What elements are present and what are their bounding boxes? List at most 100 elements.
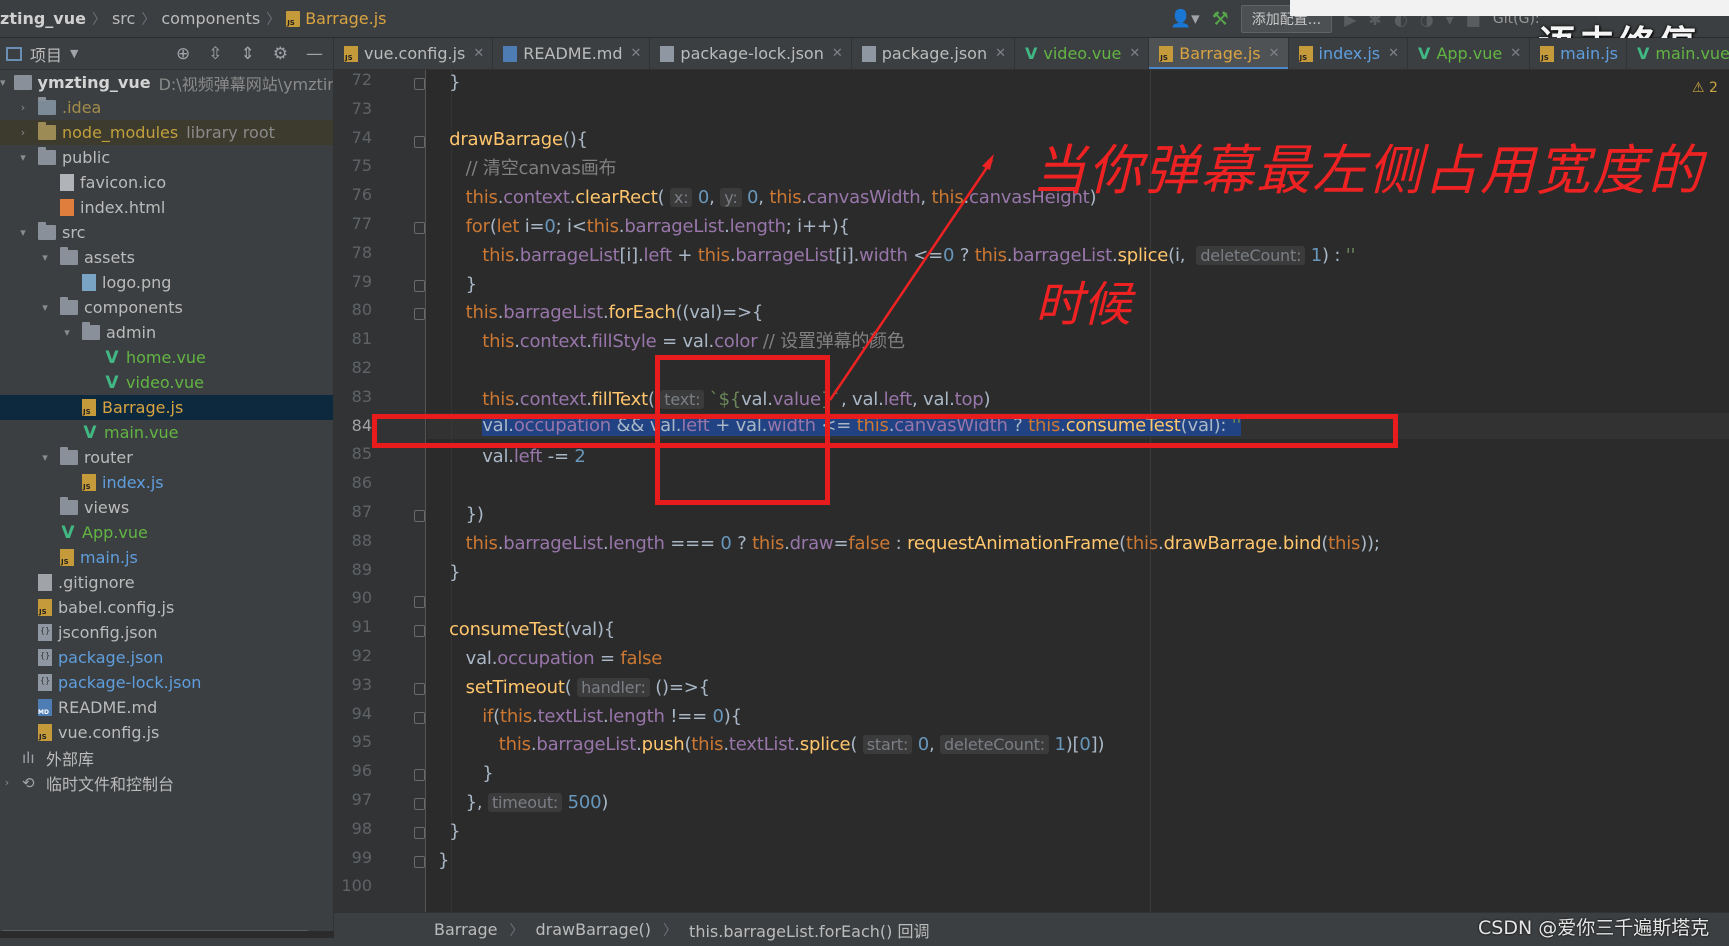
breadcrumb-method[interactable]: drawBarrage() [535, 920, 651, 939]
fold-marker[interactable] [414, 596, 425, 608]
chevron-right-icon[interactable]: › [16, 126, 30, 139]
tree-item-package-lock[interactable]: › package-lock.json [0, 670, 333, 695]
breadcrumb-project[interactable]: zting_vue [0, 9, 86, 28]
tree-item-readme[interactable]: › README.md [0, 695, 333, 720]
close-icon[interactable]: ✕ [995, 46, 1006, 61]
tree-horizontal-scrollbar[interactable] [0, 930, 310, 931]
tree-item-app-vue[interactable]: › V App.vue [0, 520, 333, 545]
vue-file-icon: V [105, 372, 119, 393]
tree-item-public[interactable]: ▾ public [0, 145, 333, 170]
tab-readme[interactable]: README.md ✕ [493, 38, 651, 69]
hide-icon[interactable]: — [306, 44, 323, 64]
tree-item-home-vue[interactable]: › V home.vue [0, 345, 333, 370]
fold-marker[interactable] [414, 712, 425, 724]
fold-marker[interactable] [414, 625, 425, 637]
tree-item-vue-config[interactable]: › vue.config.js [0, 720, 333, 745]
tree-item-barrage-js[interactable]: › Barrage.js [0, 395, 333, 420]
tree-item-src[interactable]: ▾ src [0, 220, 333, 245]
chevron-right-icon[interactable]: › [16, 101, 30, 114]
tab-vue-config[interactable]: vue.config.js ✕ [334, 38, 494, 69]
warning-indicator[interactable]: ⚠ 2 [1692, 80, 1718, 96]
gear-icon[interactable]: ⚙ [273, 44, 288, 64]
collapse-all-icon[interactable]: ⇕ [241, 44, 255, 64]
chevron-down-icon[interactable]: ▾ [38, 251, 52, 264]
close-icon[interactable]: ✕ [473, 46, 484, 61]
fold-marker[interactable] [414, 280, 425, 292]
tab-barrage-js[interactable]: Barrage.js ✕ [1149, 38, 1289, 69]
fold-marker[interactable] [414, 683, 425, 695]
fold-marker[interactable] [414, 798, 425, 810]
tree-item-main-vue[interactable]: › V main.vue [0, 420, 333, 445]
tree-item-jsconfig[interactable]: › jsconfig.json [0, 620, 333, 645]
breadcrumb-file[interactable]: Barrage.js [305, 9, 386, 28]
fold-marker[interactable] [414, 136, 425, 148]
breadcrumb-class[interactable]: Barrage [434, 920, 497, 939]
tree-item-gitignore[interactable]: › .gitignore [0, 570, 333, 595]
tab-package-json[interactable]: package.json ✕ [852, 38, 1015, 69]
fold-marker[interactable] [414, 827, 425, 839]
tab-video-vue[interactable]: Vvideo.vue ✕ [1015, 38, 1150, 69]
close-icon[interactable]: ✕ [1388, 46, 1399, 61]
tree-item-idea[interactable]: › .idea [0, 95, 333, 120]
chevron-down-icon[interactable]: ▾ [38, 301, 52, 314]
file-icon [38, 574, 52, 591]
chevron-down-icon[interactable]: ▾ [16, 151, 30, 164]
close-icon[interactable]: ✕ [631, 46, 642, 61]
breadcrumb-components[interactable]: components [161, 9, 260, 28]
tab-app-vue[interactable]: V App.vue ✕ [1408, 38, 1531, 69]
tree-item-components[interactable]: ▾ components [0, 295, 333, 320]
tab-main-js[interactable]: main.js [1530, 38, 1627, 69]
project-panel-title[interactable]: 项目 [30, 42, 62, 66]
fold-marker[interactable] [414, 222, 425, 234]
user-icon[interactable]: 👤▾ [1170, 9, 1200, 29]
chevron-down-icon[interactable]: ▾ [60, 326, 74, 339]
tree-item-root[interactable]: ▾ ymzting_vue D:\视频弹幕网站\ymzting_v [0, 70, 333, 95]
tree-item-admin[interactable]: ▾ admin [0, 320, 333, 345]
fold-marker[interactable] [414, 308, 425, 320]
close-icon[interactable]: ✕ [832, 46, 843, 61]
tree-item-router[interactable]: ▾ router [0, 445, 333, 470]
chevron-down-icon[interactable]: ▼ [70, 47, 78, 60]
tree-item-favicon[interactable]: › favicon.ico [0, 170, 333, 195]
breadcrumb-callback[interactable]: this.barrageList.forEach() 回调 [689, 918, 929, 942]
tree-item-scratches[interactable]: › ⟲ 临时文件和控制台 [0, 770, 333, 795]
fold-marker[interactable] [414, 78, 425, 90]
close-icon[interactable]: ✕ [1129, 46, 1140, 61]
tree-item-node-modules[interactable]: › node_modules library root [0, 120, 333, 145]
js-file-icon [82, 474, 96, 491]
breadcrumb-src[interactable]: src [112, 9, 135, 28]
close-icon[interactable]: ✕ [1269, 46, 1280, 61]
js-file-icon [38, 724, 52, 741]
code-line: this.barrageList.push(this.textList.spli… [427, 734, 1105, 755]
tree-item-video-vue[interactable]: › V video.vue [0, 370, 333, 395]
chevron-right-icon[interactable]: › [0, 776, 14, 789]
library-root-note: library root [186, 123, 275, 142]
tree-item-main-js[interactable]: › main.js [0, 545, 333, 570]
tree-item-external-libraries[interactable]: › ılı 外部库 [0, 745, 333, 770]
tab-main-vue[interactable]: Vmain.vue [1627, 38, 1729, 69]
project-panel-icon [6, 46, 22, 61]
tree-item-babel-config[interactable]: › babel.config.js [0, 595, 333, 620]
tree-item-router-index[interactable]: › index.js [0, 470, 333, 495]
build-hammer-icon[interactable]: ⚒ [1212, 8, 1229, 30]
expand-all-icon[interactable]: ⇳ [208, 44, 222, 64]
fold-marker[interactable] [414, 769, 425, 781]
tree-item-views[interactable]: › views [0, 495, 333, 520]
warning-count: 2 [1709, 80, 1718, 96]
chevron-down-icon[interactable]: ▾ [0, 76, 6, 89]
close-icon[interactable]: ✕ [1510, 46, 1521, 61]
tree-item-logo[interactable]: › logo.png [0, 270, 333, 295]
folder-icon [38, 122, 56, 140]
chevron-down-icon[interactable]: ▾ [16, 226, 30, 239]
fold-marker[interactable] [414, 510, 425, 522]
tab-index-js[interactable]: index.js ✕ [1289, 38, 1409, 69]
tab-package-lock[interactable]: package-lock.json ✕ [650, 38, 852, 69]
fold-marker[interactable] [414, 856, 425, 868]
tree-item-index-html[interactable]: › index.html [0, 195, 333, 220]
tree-item-assets[interactable]: ▾ assets [0, 245, 333, 270]
line-number: 93 [351, 675, 372, 694]
line-number: 90 [351, 588, 372, 607]
chevron-down-icon[interactable]: ▾ [38, 451, 52, 464]
tree-item-package-json[interactable]: › package.json [0, 645, 333, 670]
locate-icon[interactable]: ⊕ [176, 44, 190, 64]
